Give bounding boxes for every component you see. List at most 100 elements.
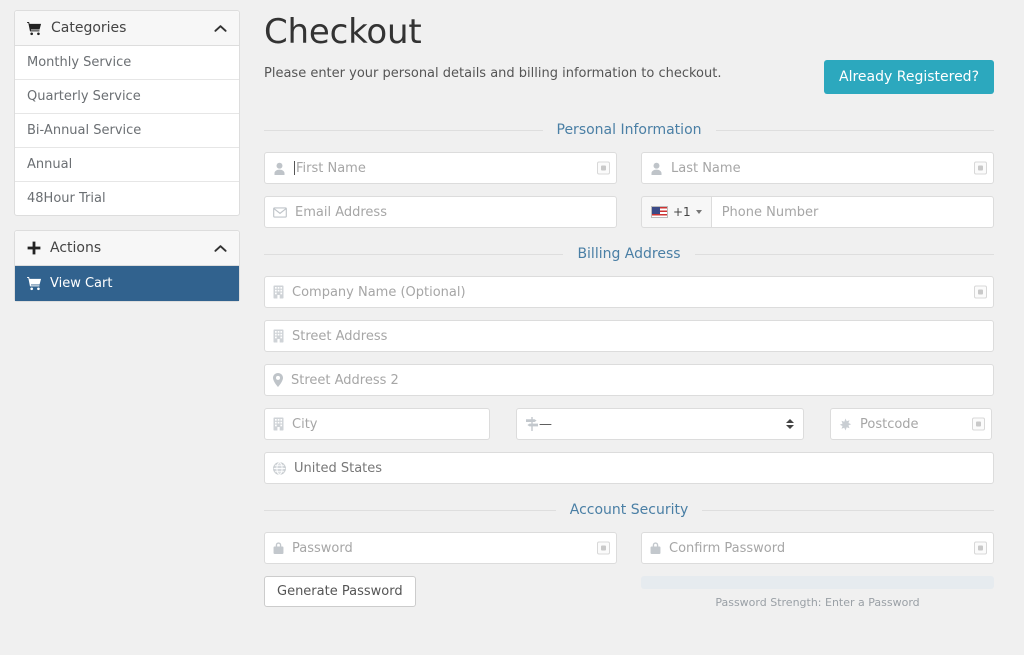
password-placeholder: Password (292, 540, 353, 556)
phone-col: +1 Phone Number (641, 196, 994, 228)
page-title: Checkout (264, 12, 422, 52)
categories-panel: Categories Monthly Service Quarterly Ser… (14, 10, 240, 216)
street-address-2-field[interactable]: Street Address 2 (264, 364, 994, 396)
lastpass-autofill-icon[interactable] (972, 417, 985, 431)
page-description: Please enter your personal details and b… (264, 66, 722, 81)
divider-right (702, 509, 994, 511)
divider-left (264, 509, 556, 511)
lastpass-autofill-icon[interactable] (974, 161, 987, 175)
section-account-security: Account Security (264, 502, 994, 518)
contact-row: Email Address +1 Phone Number (264, 196, 994, 228)
company-name-field[interactable]: Company Name (Optional) (264, 276, 994, 308)
email-field[interactable]: Email Address (264, 196, 617, 228)
country-field[interactable]: United States (264, 452, 994, 484)
password-field[interactable]: Password (264, 532, 617, 564)
sidebar-item-view-cart[interactable]: View Cart (15, 266, 239, 301)
password-strength-col: Password Strength: Enter a Password (641, 576, 994, 609)
sidebar: Categories Monthly Service Quarterly Ser… (14, 10, 240, 316)
us-flag-icon (651, 206, 668, 218)
company-col: Company Name (Optional) (264, 276, 994, 308)
generate-password-col: Generate Password (264, 576, 617, 609)
building-icon (273, 285, 284, 299)
phone-country-code: +1 (673, 205, 691, 219)
sidebar-item-bi-annual-service[interactable]: Bi-Annual Service (15, 114, 239, 148)
lastpass-autofill-icon[interactable] (974, 541, 987, 555)
list-item-label: Monthly Service (27, 55, 132, 70)
main-content: Checkout Please enter your personal deta… (264, 0, 995, 621)
first-name-col: First Name (264, 152, 617, 184)
categories-panel-header[interactable]: Categories (15, 11, 239, 46)
user-icon (650, 162, 663, 175)
street-address-field[interactable]: Street Address (264, 320, 994, 352)
generate-password-button[interactable]: Generate Password (264, 576, 416, 607)
city-placeholder: City (292, 416, 318, 432)
lead-row: Please enter your personal details and b… (264, 60, 994, 104)
name-row: First Name Last Name (264, 152, 994, 184)
street2-row: Street Address 2 (264, 364, 994, 396)
map-signs-icon (525, 417, 539, 431)
list-item-label: Quarterly Service (27, 89, 141, 104)
postcode-field[interactable]: Postcode (830, 408, 992, 440)
email-placeholder: Email Address (295, 204, 387, 220)
lastpass-autofill-icon[interactable] (974, 285, 987, 299)
divider-left (264, 129, 543, 131)
confirm-password-placeholder: Confirm Password (669, 540, 786, 556)
confirm-password-field[interactable]: Confirm Password (641, 532, 994, 564)
categories-panel-title: Categories (51, 20, 127, 36)
street2-col: Street Address 2 (264, 364, 994, 396)
phone-group: +1 Phone Number (641, 196, 994, 228)
password-row: Password Confirm Password (264, 532, 994, 564)
state-col: — (516, 408, 804, 440)
city-state-postcode-row: City — Postcode (264, 408, 994, 440)
building-icon (273, 417, 284, 431)
confirm-password-col: Confirm Password (641, 532, 994, 564)
select-arrows-icon (786, 419, 794, 429)
country-col: United States (264, 452, 994, 484)
country-row: United States (264, 452, 994, 484)
plus-icon (27, 241, 41, 255)
sidebar-item-monthly-service[interactable]: Monthly Service (15, 46, 239, 80)
company-name-placeholder: Company Name (Optional) (292, 284, 466, 300)
chevron-down-icon (695, 210, 702, 214)
shopping-cart-icon (27, 21, 42, 36)
globe-icon (273, 461, 286, 475)
password-strength-text: Password Strength: Enter a Password (715, 596, 920, 609)
phone-country-selector[interactable]: +1 (641, 196, 711, 228)
sidebar-item-48hour-trial[interactable]: 48Hour Trial (15, 182, 239, 215)
actions-list: View Cart (15, 266, 239, 301)
user-icon (273, 162, 286, 175)
street1-row: Street Address (264, 320, 994, 352)
actions-panel-header[interactable]: Actions (15, 231, 239, 266)
envelope-icon (273, 206, 287, 218)
password-tools-row: Generate Password Password Strength: Ent… (264, 576, 994, 609)
state-select[interactable]: — (516, 408, 804, 440)
already-registered-button[interactable]: Already Registered? (824, 60, 994, 94)
first-name-field[interactable]: First Name (264, 152, 617, 184)
sidebar-item-quarterly-service[interactable]: Quarterly Service (15, 80, 239, 114)
lastpass-autofill-icon[interactable] (597, 541, 610, 555)
sidebar-item-annual[interactable]: Annual (15, 148, 239, 182)
divider-left (264, 253, 564, 255)
last-name-field[interactable]: Last Name (641, 152, 994, 184)
phone-number-field[interactable]: Phone Number (710, 196, 994, 228)
section-personal-information: Personal Information (264, 122, 995, 138)
actions-panel-title: Actions (50, 240, 102, 256)
lastpass-autofill-icon[interactable] (597, 161, 610, 175)
city-col: City (264, 408, 490, 440)
email-col: Email Address (264, 196, 617, 228)
list-item-label: Annual (27, 157, 73, 172)
section-label: Account Security (569, 502, 689, 518)
city-field[interactable]: City (264, 408, 490, 440)
chevron-up-icon[interactable] (214, 244, 227, 253)
chevron-up-icon[interactable] (214, 24, 227, 33)
map-marker-icon (273, 373, 283, 387)
street-address-2-placeholder: Street Address 2 (291, 372, 399, 388)
last-name-col: Last Name (641, 152, 994, 184)
building-icon (273, 329, 284, 343)
checkout-page: Categories Monthly Service Quarterly Ser… (0, 0, 1024, 655)
company-row: Company Name (Optional) (264, 276, 994, 308)
list-item-label: 48Hour Trial (27, 191, 106, 206)
section-label: Billing Address (577, 246, 681, 262)
section-billing-address: Billing Address (264, 246, 995, 262)
divider-right (694, 253, 995, 255)
